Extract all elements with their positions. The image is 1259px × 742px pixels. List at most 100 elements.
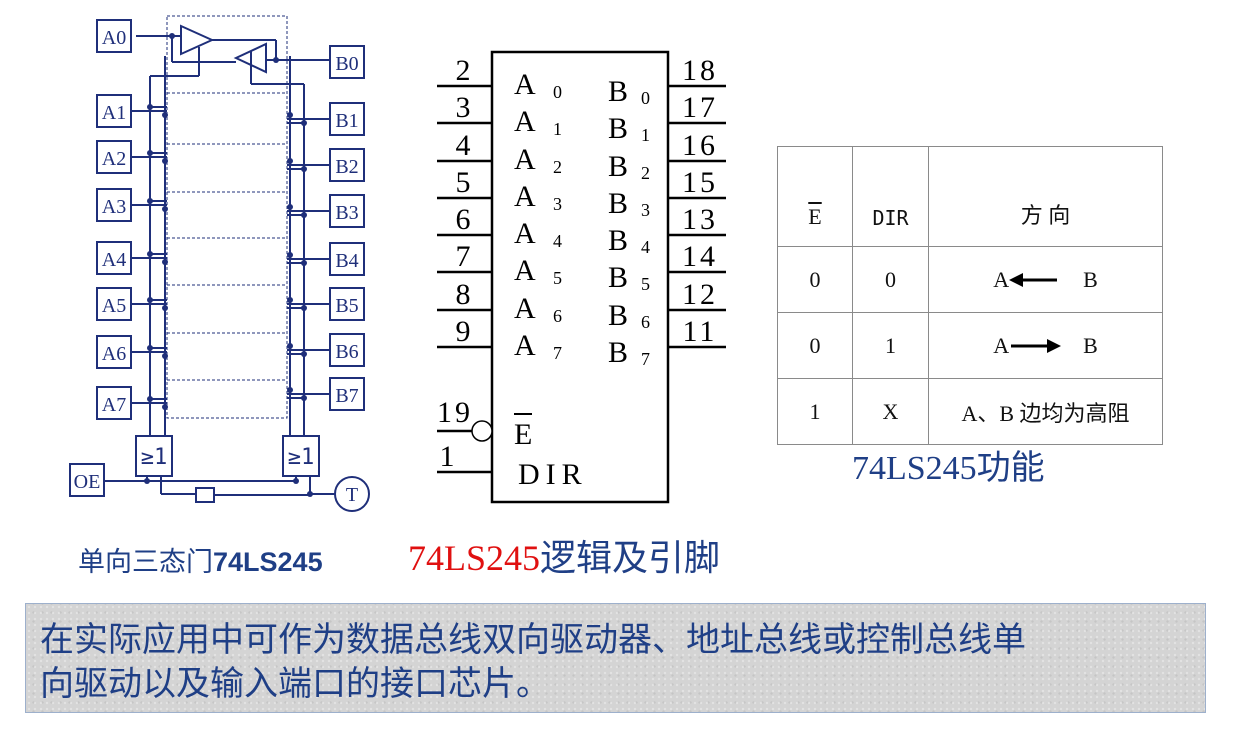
- right-pin-name: B: [608, 187, 628, 220]
- a-pin-label: A0: [102, 27, 126, 49]
- chip-pinout: 2 A 03 A 14 A 25 A 36 A 47 A 58 A 69 A 718B 0 17B 1 16B 2 15B 3…: [437, 50, 726, 504]
- junction-dot: [273, 57, 279, 63]
- left-pin-name: A: [514, 329, 536, 362]
- right-pin-name: B: [608, 261, 628, 294]
- header-enable: E: [777, 146, 853, 247]
- junction-dot: [287, 343, 293, 349]
- enable-pin-name: E: [514, 418, 532, 451]
- right-pin-sub: 1: [641, 125, 650, 145]
- dir-from-label: A: [993, 332, 1010, 358]
- right-pin-name: B: [608, 112, 628, 145]
- junction-dot: [162, 158, 168, 164]
- function-table: E DIR 方 向 0 0 A B 0 1 A B 1 X A、B 边均为高阻: [777, 146, 1163, 445]
- a-pin-label: A4: [102, 249, 126, 271]
- dir-pin-number: 1: [440, 440, 455, 473]
- right-pin-sub: 2: [641, 163, 650, 183]
- junction-dot: [162, 259, 168, 265]
- left-pin-number: 5: [456, 166, 471, 199]
- chip-caption-part: 74LS245: [408, 538, 541, 578]
- junction-dot: [307, 491, 313, 497]
- left-pin-name: A: [514, 180, 536, 213]
- dir-pin-name: DIR: [518, 458, 588, 491]
- cell-direction: A B: [928, 246, 1163, 313]
- left-pin-number: 9: [456, 315, 471, 348]
- a-pin-label: A5: [102, 295, 126, 317]
- right-pin-name: B: [608, 336, 628, 369]
- table-row: 1 X A、B 边均为高阻: [777, 378, 1163, 445]
- junction-dot: [287, 112, 293, 118]
- b-pin-label: B0: [335, 53, 358, 75]
- left-pin-sub: 1: [553, 119, 562, 139]
- b-pin-label: B3: [335, 202, 358, 224]
- right-pin-name: B: [608, 299, 628, 332]
- left-pin-name: A: [514, 254, 536, 287]
- b-pin-label: B7: [335, 385, 358, 407]
- right-pin-number: 11: [683, 315, 718, 348]
- enable-bubble: [471, 420, 493, 442]
- cell-dir: X: [852, 378, 929, 445]
- right-pin-number: 13: [682, 203, 718, 236]
- inverter: [195, 487, 215, 503]
- enable-pin-number: 19: [437, 396, 473, 429]
- right-pin-sub: 0: [641, 88, 650, 108]
- right-pin-number: 15: [682, 166, 718, 199]
- arrow-right-icon: [1011, 338, 1062, 353]
- arrow-left-icon: [1009, 272, 1058, 287]
- right-pin-number: 18: [682, 54, 718, 87]
- left-pin-name: A: [514, 217, 536, 250]
- junction-dot: [162, 206, 168, 212]
- junction-dot: [162, 353, 168, 359]
- junction-dot: [287, 204, 293, 210]
- right-pin-number: 16: [682, 129, 718, 162]
- left-pin-sub: 3: [553, 194, 562, 214]
- dir-to-label: B: [1083, 332, 1098, 358]
- junction-dot: [162, 404, 168, 410]
- a-pin-label: A7: [102, 394, 126, 416]
- right-pin-sub: 5: [641, 274, 650, 294]
- schematic-caption-prefix: 单向三态门: [78, 547, 213, 577]
- right-pin-sub: 3: [641, 200, 650, 220]
- left-pin-name: A: [514, 143, 536, 176]
- a-pin-label: A3: [102, 196, 126, 218]
- buffer-schematic: A0 A1 A2 A3 A4 A5 A6 A7 B0 B1 B2 B3 B4 B5 B6 B7 ≥1 ≥1 OE T: [69, 15, 370, 512]
- right-pin-name: B: [608, 224, 628, 257]
- junction-dot: [162, 305, 168, 311]
- junction-dot: [287, 252, 293, 258]
- note-line-2: 向驱动以及输入端口的接口芯片。: [40, 664, 550, 704]
- a-pin-label: A6: [102, 343, 126, 365]
- left-pin-sub: 4: [553, 231, 562, 251]
- b-pin-label: B1: [335, 110, 358, 132]
- right-pin-sub: 7: [641, 349, 650, 369]
- left-pin-sub: 5: [553, 268, 562, 288]
- b-pin-label: B5: [335, 295, 358, 317]
- schematic-caption: 单向三态门74LS245: [78, 540, 323, 579]
- junction-dot: [169, 33, 175, 39]
- buffer-a-to-b: [180, 24, 215, 56]
- right-pin-number: 12: [682, 278, 718, 311]
- junction-dot: [287, 297, 293, 303]
- junction-dot: [162, 112, 168, 118]
- header-direction: 方 向: [928, 146, 1163, 247]
- oe-pin-label: OE: [74, 471, 101, 493]
- cell-enable: 0: [777, 312, 853, 379]
- note-line-1: 在实际应用中可作为数据总线双向驱动器、地址总线或控制总线单: [40, 620, 1026, 660]
- a-pin-label: A2: [102, 148, 126, 170]
- function-caption: 74LS245功能: [852, 450, 1045, 487]
- left-pin-number: 3: [456, 91, 471, 124]
- left-pin-number: 8: [456, 278, 471, 311]
- left-pin-number: 4: [456, 129, 471, 162]
- left-pin-name: A: [514, 292, 536, 325]
- chip-caption: 74LS245逻辑及引脚: [408, 529, 720, 581]
- right-pin-sub: 6: [641, 312, 650, 332]
- left-pin-sub: 6: [553, 306, 562, 326]
- or-gate-left-label: ≥1: [141, 445, 168, 470]
- junction-dot: [287, 387, 293, 393]
- table-row: 0 0 A B: [777, 246, 1163, 313]
- cell-enable: 1: [777, 378, 853, 445]
- t-pin-label: T: [346, 484, 358, 506]
- left-pin-name: A: [514, 105, 536, 138]
- header-dir: DIR: [852, 146, 929, 247]
- a-pin-label: A1: [102, 102, 126, 124]
- left-pin-sub: 2: [553, 157, 562, 177]
- cell-dir: 0: [852, 246, 929, 313]
